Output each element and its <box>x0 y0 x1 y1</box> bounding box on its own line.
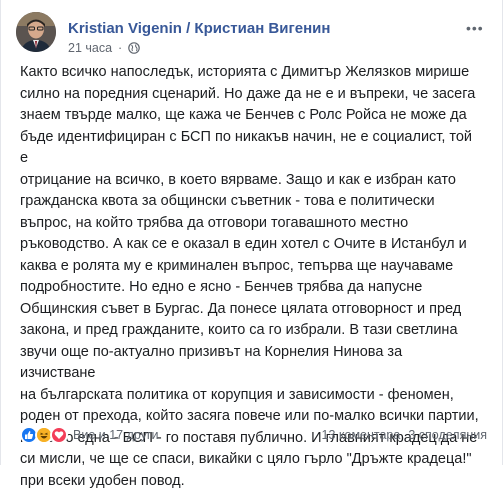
post-author[interactable]: Kristian Vigenin / Кристиан Вигенин <box>68 20 330 37</box>
avatar[interactable] <box>16 12 56 52</box>
post-meta: 21 часа · <box>68 41 141 55</box>
separator-dot: · <box>118 41 123 55</box>
shares-count[interactable]: 3 споделяния <box>408 428 487 442</box>
more-options-icon[interactable]: ••• <box>466 20 484 36</box>
comments-count[interactable]: 13 коментара <box>322 428 401 442</box>
post-footer: Вие и 17 други 13 коментара 3 споделяния <box>20 423 487 447</box>
reactions-summary[interactable]: Вие и 17 други <box>20 426 158 444</box>
globe-icon[interactable] <box>128 42 141 54</box>
post-timestamp[interactable]: 21 часа <box>68 41 112 55</box>
engagement-stats: 13 коментара 3 споделяния <box>322 428 488 442</box>
facebook-post: Kristian Vigenin / Кристиан Вигенин 21 ч… <box>0 0 503 489</box>
reactions-label: Вие и 17 други <box>73 428 159 442</box>
love-icon <box>50 426 68 444</box>
